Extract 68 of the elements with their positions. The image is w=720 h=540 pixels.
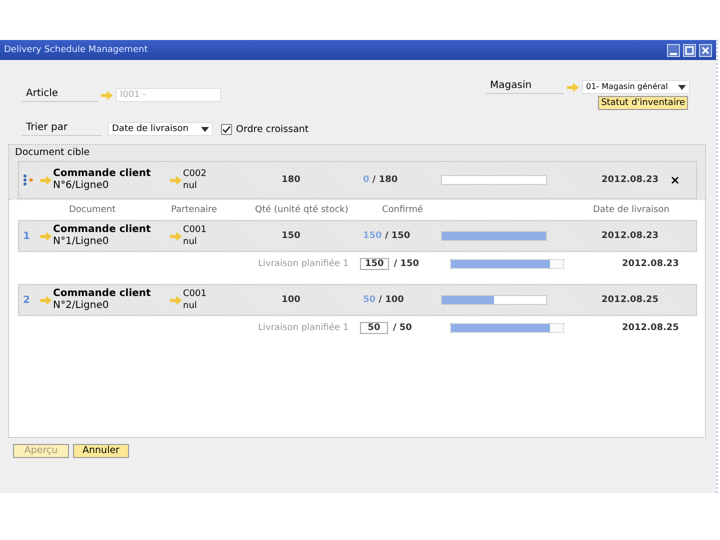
- dropdown-field[interactable]: 01- Magasin général: [582, 80, 690, 94]
- close-icon[interactable]: [699, 44, 712, 56]
- minimize-icon[interactable]: [667, 44, 680, 56]
- document-type: Commande client: [53, 288, 152, 300]
- column-header: Partenaire: [171, 205, 218, 215]
- arrow-icon[interactable]: [40, 232, 52, 240]
- confirmed-quantity: 150: [363, 231, 382, 241]
- total-quantity: / 50: [393, 323, 412, 333]
- delivery-date: 2012.08.23: [600, 175, 660, 185]
- total-quantity: / 100: [378, 295, 404, 305]
- quantity: 150: [280, 231, 302, 241]
- arrow-icon[interactable]: [170, 296, 182, 304]
- partner-code: C002: [183, 168, 208, 180]
- total-quantity: / 150: [384, 231, 410, 241]
- partner-name: nul: [183, 236, 198, 248]
- quantity: 100: [280, 295, 302, 305]
- field-label: Article: [22, 88, 98, 102]
- document-type: Commande client: [53, 224, 152, 236]
- document-line: N°1/Ligne0: [53, 236, 110, 248]
- order-row[interactable]: 1 Commande client N°1/Ligne0 C001 nul 150 150 / 150 2012.08.23: [18, 220, 697, 252]
- partner-code: C001: [183, 224, 208, 236]
- planned-delivery-label: Livraison planifiée 1: [258, 259, 350, 269]
- column-header: Qté (unité qté stock): [255, 205, 350, 215]
- total-quantity: / 150: [394, 259, 420, 269]
- target-row[interactable]: Commande client N°6/Ligne0 C002 nul 180 0 / 180 2012.08.23 ×: [18, 161, 697, 199]
- action-button[interactable]: Annuler: [73, 444, 129, 458]
- remove-button[interactable]: ×: [665, 173, 685, 187]
- arrow-icon[interactable]: [567, 82, 579, 92]
- caret-icon[interactable]: [678, 84, 686, 90]
- planned-delivery-label: Livraison planifiée 1: [258, 323, 350, 333]
- arrow-icon[interactable]: [40, 296, 52, 304]
- checkbox[interactable]: [221, 124, 232, 134]
- column-header: Confirmé: [381, 205, 424, 215]
- window-title: Delivery Schedule Management: [4, 45, 148, 55]
- maximize-icon[interactable]: [683, 44, 696, 56]
- dropdown-field[interactable]: Date de livraison: [108, 122, 213, 136]
- total-quantity: / 180: [372, 175, 398, 185]
- partner-name: nul: [183, 300, 198, 312]
- partner-name: nul: [183, 180, 198, 192]
- delivery-date: 2012.08.25: [622, 323, 680, 333]
- delivery-date: 2012.08.23: [622, 259, 680, 269]
- quantity: 180: [280, 175, 302, 185]
- quantity-input[interactable]: 150: [360, 258, 389, 270]
- row-number: 2: [23, 294, 31, 306]
- arrow-icon[interactable]: [170, 232, 182, 240]
- field-label: Trier par: [22, 122, 102, 136]
- document-type: Commande client: [53, 168, 152, 180]
- inventory-status-button[interactable]: Statut d'inventaire: [598, 96, 688, 110]
- order-row[interactable]: 2 Commande client N°2/Ligne0 C001 nul 100 50 / 100 2012.08.25: [18, 284, 697, 316]
- quantity-input[interactable]: 50: [360, 322, 388, 334]
- panel-title: Document cible: [14, 147, 91, 158]
- field-label: Magasin: [486, 80, 564, 94]
- column-header: Date de livraison: [593, 205, 670, 215]
- document-line: N°6/Ligne0: [53, 180, 110, 192]
- confirmed-quantity: 0: [363, 175, 370, 185]
- arrow-icon[interactable]: [40, 176, 52, 184]
- delivery-date: 2012.08.23: [600, 231, 660, 241]
- document-line: N°2/Ligne0: [53, 300, 110, 312]
- column-header: Document: [68, 205, 117, 215]
- row-number: 1: [23, 230, 31, 242]
- caret-icon[interactable]: [201, 126, 209, 132]
- checkbox-label: Ordre croissant: [236, 124, 309, 134]
- delivery-date: 2012.08.25: [600, 295, 660, 305]
- confirmed-quantity: 50: [363, 295, 376, 305]
- tree-icon[interactable]: [23, 174, 35, 186]
- arrow-icon[interactable]: [170, 176, 182, 184]
- partner-code: C001: [183, 288, 208, 300]
- arrow-icon[interactable]: [101, 90, 113, 100]
